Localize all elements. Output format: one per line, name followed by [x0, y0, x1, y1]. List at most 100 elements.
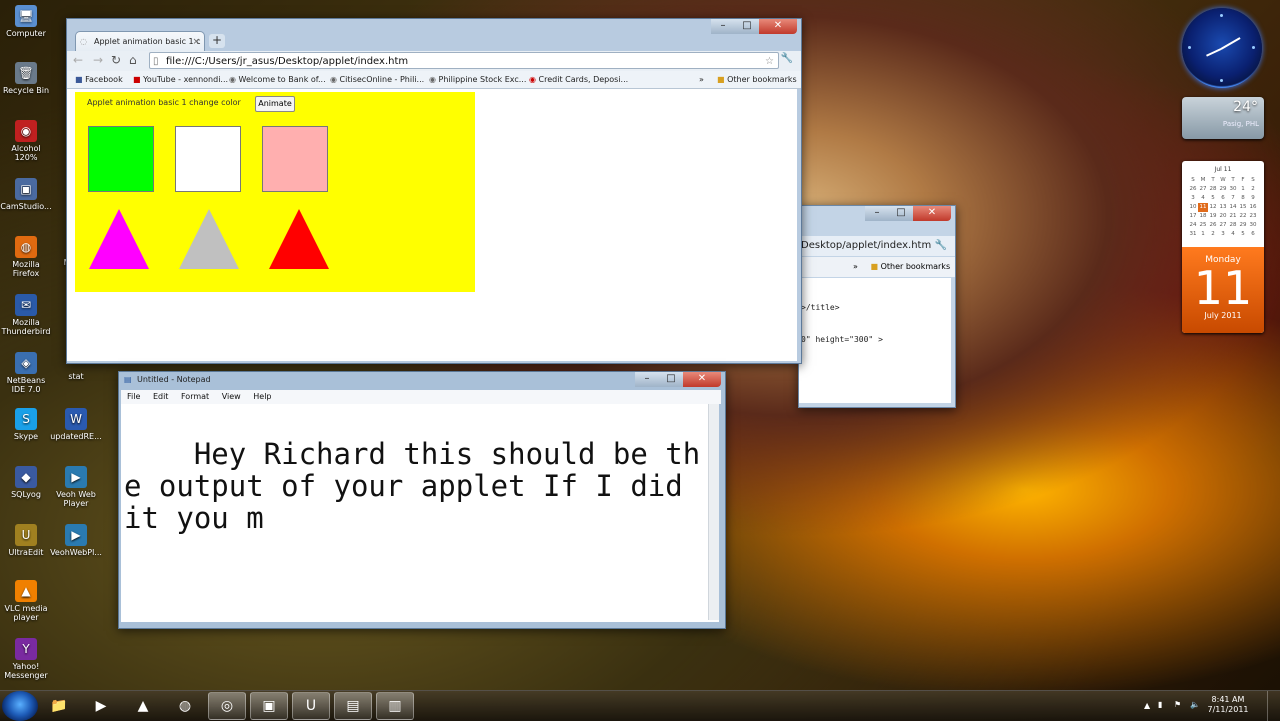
menu-edit[interactable]: Edit	[153, 392, 169, 401]
calendar-day-cell[interactable]: 1	[1238, 185, 1248, 194]
other-bookmarks[interactable]: Other bookmarks	[881, 262, 951, 271]
other-bookmarks[interactable]: ■ Other bookmarks	[717, 71, 797, 88]
calendar-day-cell[interactable]: 11	[1198, 203, 1208, 212]
taskbar-explorer-button[interactable]: 📁	[40, 692, 78, 720]
calendar-day-cell[interactable]: 3	[1188, 194, 1198, 203]
menu-file[interactable]: File	[127, 392, 140, 401]
calendar-day-cell[interactable]: 27	[1198, 185, 1208, 194]
desktop-icon[interactable]: ◍ Mozilla Firefox	[0, 236, 52, 278]
calendar-day-cell[interactable]: 27	[1218, 221, 1228, 230]
calendar-day-cell[interactable]: 21	[1228, 212, 1238, 221]
calendar-day-cell[interactable]: 7	[1228, 194, 1238, 203]
bookmark-bank[interactable]: ◉ Welcome to Bank of...	[229, 71, 326, 88]
tab-close-icon[interactable]: ×	[192, 32, 200, 51]
desktop-icon[interactable]: U UltraEdit	[0, 524, 52, 557]
taskbar-firefox-button[interactable]: ◍	[166, 692, 204, 720]
taskbar-vlc-button[interactable]: ▲	[124, 692, 162, 720]
weather-gadget[interactable]: 24° Pasig, PHL	[1182, 97, 1264, 139]
calendar-day-cell[interactable]: 26	[1208, 221, 1218, 230]
clock-gadget[interactable]	[1182, 8, 1262, 88]
wrench-icon[interactable]: 🔧	[781, 53, 793, 64]
maximize-button[interactable]: □	[889, 206, 913, 221]
minimize-button[interactable]: –	[635, 372, 659, 387]
desktop-icon[interactable]: ▶ Veoh Web Player	[50, 466, 102, 508]
desktop-icon[interactable]: stat	[50, 372, 102, 381]
java-applet[interactable]: Applet animation basic 1 change color An…	[75, 92, 475, 292]
taskbar-camstudio-button[interactable]: ▣	[250, 692, 288, 720]
close-button[interactable]: ✕	[683, 372, 721, 387]
desktop-icon[interactable]: ◉ Alcohol 120%	[0, 120, 52, 162]
desktop-icon[interactable]: ◈ NetBeans IDE 7.0	[0, 352, 52, 394]
calendar-day-cell[interactable]: 15	[1238, 203, 1248, 212]
calendar-day-cell[interactable]: 10	[1188, 203, 1198, 212]
calendar-day-cell[interactable]: 28	[1228, 221, 1238, 230]
clock[interactable]: 8:41 AM 7/11/2011	[1204, 695, 1252, 715]
calendar-day-cell[interactable]: 2	[1208, 230, 1218, 239]
minimize-button[interactable]: –	[865, 206, 889, 221]
calendar-day-cell[interactable]: 6	[1218, 194, 1228, 203]
calendar-day-cell[interactable]: 18	[1198, 212, 1208, 221]
volume-icon[interactable]: 🔈	[1190, 700, 1200, 709]
bookmark-credit-cards[interactable]: ◉ Credit Cards, Deposi...	[529, 71, 628, 88]
calendar-day-cell[interactable]: 5	[1208, 194, 1218, 203]
calendar-day-cell[interactable]: 4	[1228, 230, 1238, 239]
menu-help[interactable]: Help	[253, 392, 271, 401]
desktop-icon[interactable]: ✉ Mozilla Thunderbird	[0, 294, 52, 336]
calendar-day-cell[interactable]: 29	[1218, 185, 1228, 194]
menu-format[interactable]: Format	[181, 392, 209, 401]
address-bar[interactable]: Desktop/applet/index.htm 🔧	[799, 236, 955, 256]
bookmark-citisec[interactable]: ◉ CitisecOnline - Phili...	[330, 71, 424, 88]
calendar-day-cell[interactable]: 17	[1188, 212, 1198, 221]
taskbar-ultraedit-button[interactable]: U	[292, 692, 330, 720]
desktop-icon[interactable]: 🗑 Recycle Bin	[0, 62, 52, 95]
chrome-window-background[interactable]: – □ ✕ Desktop/applet/index.htm 🔧 » ■ Oth…	[798, 205, 956, 408]
calendar-day-cell[interactable]: 2	[1248, 185, 1258, 194]
calendar-day-cell[interactable]: 19	[1208, 212, 1218, 221]
flag-icon[interactable]: ⚑	[1174, 700, 1181, 709]
bookmark-youtube[interactable]: ■ YouTube - xennondi...	[133, 71, 228, 88]
calendar-day-cell[interactable]: 3	[1218, 230, 1228, 239]
calendar-day-cell[interactable]: 1	[1198, 230, 1208, 239]
calendar-day-cell[interactable]: 30	[1228, 185, 1238, 194]
calendar-day-cell[interactable]: 4	[1198, 194, 1208, 203]
tray-arrow-icon[interactable]: ▲	[1144, 701, 1150, 710]
calendar-day-cell[interactable]: 28	[1208, 185, 1218, 194]
calendar-day-cell[interactable]: 16	[1248, 203, 1258, 212]
desktop-icon[interactable]: WupdatedRE...	[50, 408, 102, 441]
close-button[interactable]: ✕	[913, 206, 951, 221]
text-editor[interactable]: Hey Richard this should be the output of…	[121, 404, 719, 622]
calendar-day-cell[interactable]: 13	[1218, 203, 1228, 212]
calendar-day-cell[interactable]: 5	[1238, 230, 1248, 239]
taskbar-chrome-button[interactable]: ◎	[208, 692, 246, 720]
calendar-day-cell[interactable]: 23	[1248, 212, 1258, 221]
address-bar[interactable]: ▯ file:///C:/Users/jr_asus/Desktop/apple…	[149, 52, 779, 69]
desktop-icon[interactable]: ▶ VeohWebPl...	[50, 524, 102, 557]
chrome-window[interactable]: – □ ✕ ◌ Applet animation basic 1 c × + ←…	[66, 18, 802, 364]
calendar-day-cell[interactable]: 29	[1238, 221, 1248, 230]
taskbar-notepad-button[interactable]: ▤	[334, 692, 372, 720]
new-tab-button[interactable]: +	[209, 34, 225, 48]
calendar-day-cell[interactable]: 25	[1198, 221, 1208, 230]
calendar-day-cell[interactable]: 30	[1248, 221, 1258, 230]
maximize-button[interactable]: □	[659, 372, 683, 387]
calendar-day-cell[interactable]: 9	[1248, 194, 1258, 203]
maximize-button[interactable]: □	[735, 19, 759, 34]
reload-icon[interactable]: ↻	[111, 53, 121, 67]
taskbar-notepad2-button[interactable]: ▥	[376, 692, 414, 720]
calendar-day-cell[interactable]: 14	[1228, 203, 1238, 212]
close-button[interactable]: ✕	[759, 19, 797, 34]
show-desktop-button[interactable]	[1267, 691, 1280, 721]
taskbar-media-button[interactable]: ▶	[82, 692, 120, 720]
browser-tab[interactable]: ◌ Applet animation basic 1 c ×	[75, 31, 205, 51]
calendar-day-cell[interactable]: 12	[1208, 203, 1218, 212]
chevron-icon[interactable]: »	[853, 262, 858, 271]
notepad-window[interactable]: ▤ Untitled - Notepad – □ ✕ File Edit For…	[118, 371, 726, 629]
menu-view[interactable]: View	[222, 392, 241, 401]
calendar-day-cell[interactable]: 6	[1248, 230, 1258, 239]
calendar-day-cell[interactable]: 24	[1188, 221, 1198, 230]
desktop-icon[interactable]: 🖥 Computer	[0, 5, 52, 38]
calendar-day-cell[interactable]: 31	[1188, 230, 1198, 239]
minimize-button[interactable]: –	[711, 19, 735, 34]
desktop-icon[interactable]: ◆ SQLyog	[0, 466, 52, 499]
desktop-icon[interactable]: Y Yahoo! Messenger	[0, 638, 52, 680]
